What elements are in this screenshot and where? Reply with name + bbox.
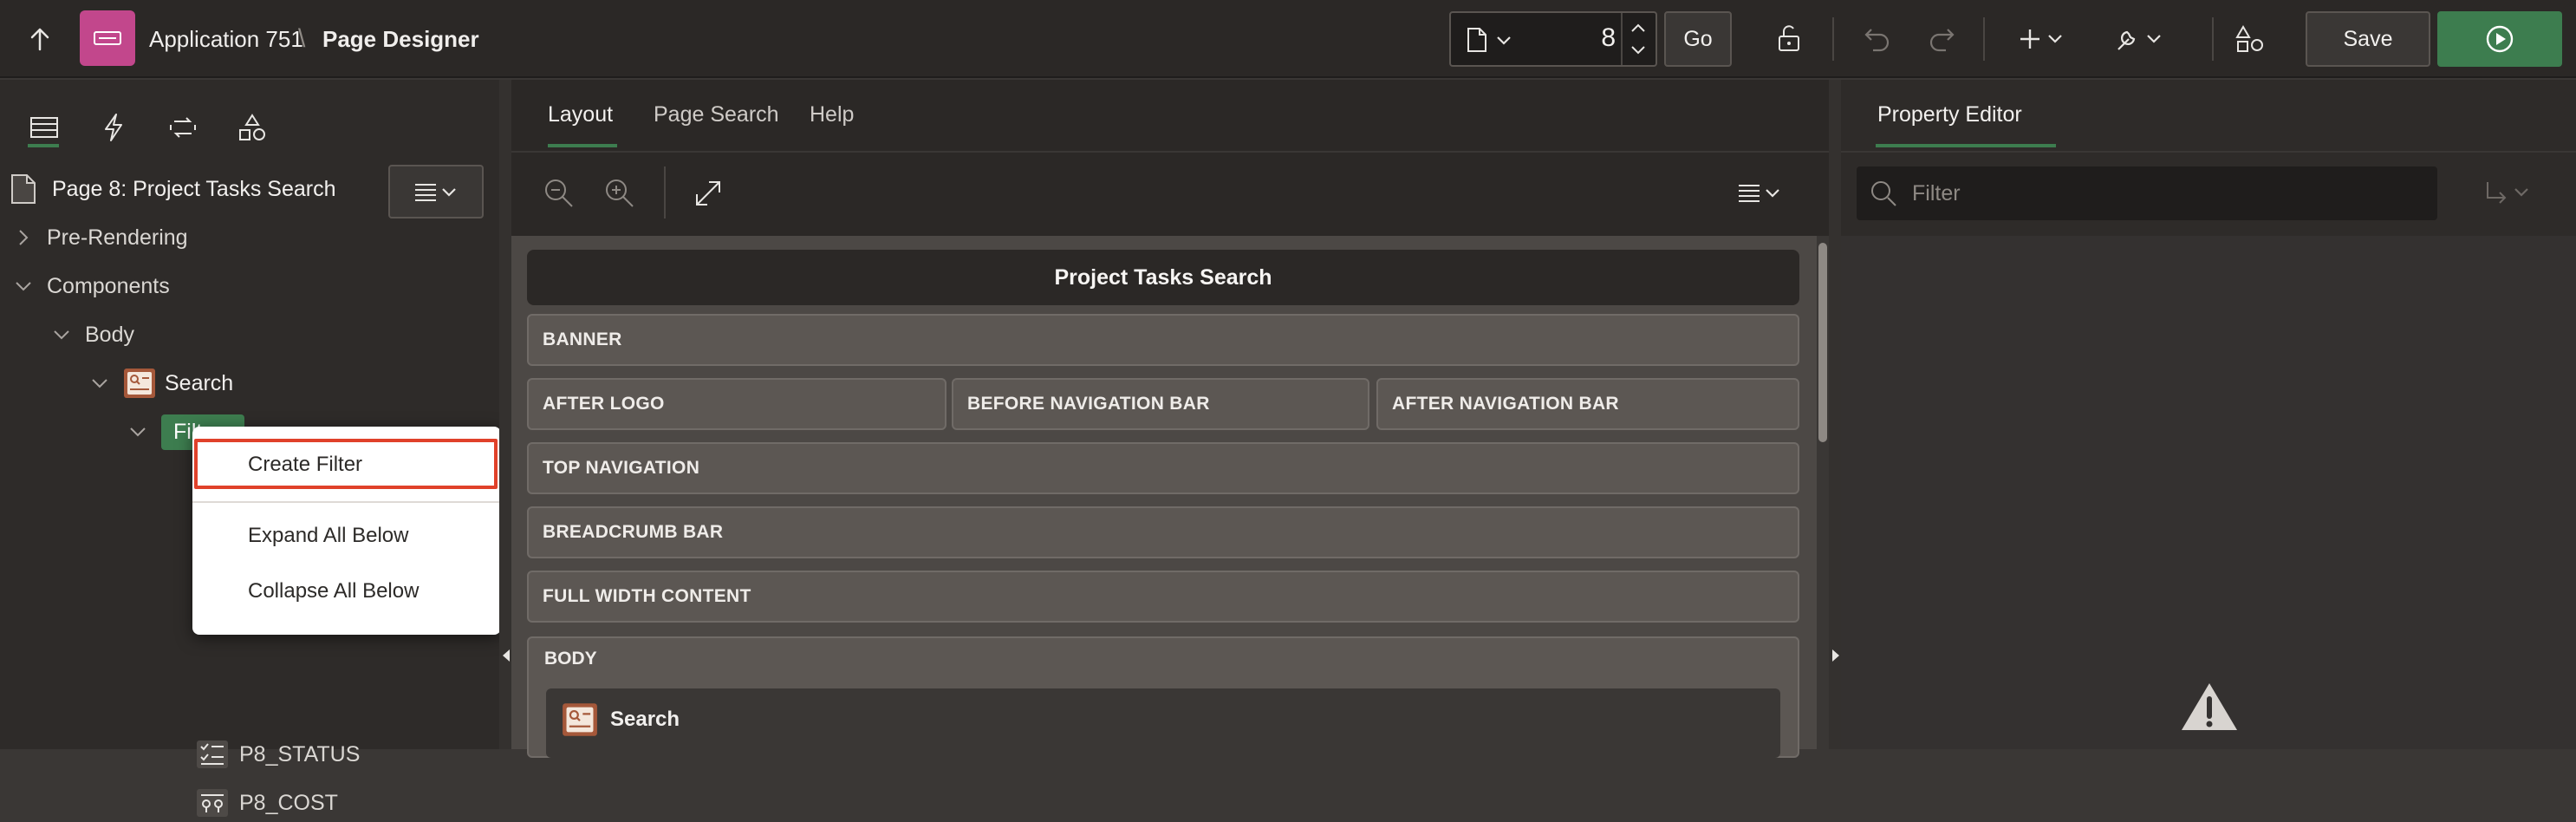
page-icon [1467, 27, 1487, 53]
run-page-button[interactable] [2437, 11, 2562, 67]
region-body[interactable]: BODY Search [527, 636, 1799, 758]
body-label: BODY [544, 649, 597, 669]
tree-label: P8_COST [239, 790, 338, 815]
filter-placeholder: Filter [1912, 181, 1961, 206]
left-splitter[interactable] [499, 80, 511, 749]
context-menu: Create Filter Expand All Below Collapse … [192, 427, 501, 635]
search-icon [1871, 181, 1896, 206]
undo-icon[interactable] [1860, 22, 1895, 56]
chevron-down-icon [54, 330, 69, 340]
menu-item-expand-all-below[interactable]: Expand All Below [248, 524, 408, 548]
app-icon[interactable] [80, 10, 135, 66]
active-tab-indicator [28, 144, 59, 147]
region-banner[interactable]: BANNER [527, 314, 1799, 366]
region-breadcrumb-bar[interactable]: BREADCRUMB BAR [527, 506, 1799, 558]
canvas-scrollbar[interactable] [1817, 236, 1829, 749]
right-splitter[interactable] [1829, 80, 1841, 749]
zoom-in-icon[interactable] [603, 177, 636, 210]
expand-icon[interactable] [693, 179, 723, 208]
shared-components-tab-icon[interactable] [222, 97, 283, 158]
rendering-tree-panel: Page 8: Project Tasks Search Pre-Renderi… [0, 80, 499, 817]
redo-icon[interactable] [1924, 22, 1959, 56]
checkbox-item-icon [197, 740, 228, 768]
spinner-up-icon[interactable] [1630, 22, 1647, 34]
tab-help[interactable]: Help [810, 102, 854, 127]
tree-label: Body [85, 322, 134, 347]
play-icon [2486, 25, 2514, 53]
tab-layout[interactable]: Layout [548, 102, 613, 127]
tree-label: P8_STATUS [239, 741, 361, 767]
active-tab-indicator [548, 144, 617, 147]
up-arrow-icon[interactable] [23, 22, 57, 56]
search-region-label: Search [610, 708, 680, 731]
processing-tab-icon[interactable] [153, 97, 213, 158]
chevron-down-icon [92, 379, 107, 388]
go-button[interactable]: Go [1664, 11, 1732, 67]
tree-label: Components [47, 273, 170, 298]
page-header-bar[interactable]: Project Tasks Search [527, 250, 1799, 305]
menu-item-collapse-all-below[interactable]: Collapse All Below [248, 579, 419, 603]
search-region[interactable]: Search [546, 688, 1780, 758]
layout-panel: Layout Page Search Help Project Tasks Se… [511, 80, 1829, 758]
go-to-group-icon[interactable] [2482, 179, 2534, 208]
tree-label: Pre-Rendering [47, 225, 188, 250]
chevron-right-icon [19, 230, 29, 245]
range-item-icon [197, 789, 228, 817]
region-after-navigation-bar[interactable]: AFTER NAVIGATION BAR [1376, 378, 1799, 430]
breadcrumb-separator: \ [298, 24, 306, 53]
tree-node-p8-cost[interactable]: P8_COST [196, 784, 338, 822]
region-full-width-content[interactable]: FULL WIDTH CONTENT [527, 571, 1799, 623]
tab-property-editor[interactable]: Property Editor [1877, 102, 2022, 127]
search-region-icon [563, 703, 597, 736]
region-before-navigation-bar[interactable]: BEFORE NAVIGATION BAR [952, 378, 1369, 430]
app-name[interactable]: Application 751 [149, 22, 303, 56]
page-designer-title: Page Designer [322, 25, 479, 52]
tree-node-body[interactable]: Body [52, 316, 134, 354]
tab-page-search[interactable]: Page Search [654, 102, 779, 127]
top-toolbar: Application 751 \ Page Designer 8 Go Sav… [0, 0, 2576, 78]
page-title[interactable]: Page 8: Project Tasks Search [52, 170, 336, 208]
zoom-out-icon[interactable] [543, 177, 576, 210]
spinner-down-icon[interactable] [1630, 44, 1647, 56]
layout-menu-icon[interactable] [1737, 182, 1789, 205]
collapse-right-icon [1832, 649, 1839, 662]
save-button[interactable]: Save [2306, 11, 2430, 67]
tree-node-components[interactable]: Components [14, 267, 170, 305]
menu-divider [192, 501, 501, 503]
region-top-navigation[interactable]: TOP NAVIGATION [527, 442, 1799, 494]
tree-node-search[interactable]: Search [90, 364, 233, 402]
region-after-logo[interactable]: AFTER LOGO [527, 378, 946, 430]
property-editor-panel: Property Editor Filter [1841, 80, 2576, 749]
warning-icon [2182, 683, 2237, 730]
property-editor-body [1841, 236, 2576, 749]
tree-label: Search [165, 370, 234, 395]
page-number-input[interactable]: 8 [1529, 23, 1616, 53]
page-icon [10, 173, 36, 205]
collapse-left-icon [503, 649, 510, 662]
unlock-icon[interactable] [1773, 22, 1808, 56]
tree-node-pre-rendering[interactable]: Pre-Rendering [14, 219, 188, 257]
create-menu-button[interactable] [2016, 22, 2068, 56]
menu-item-create-filter[interactable]: Create Filter [248, 453, 362, 477]
tree-menu-button[interactable] [388, 165, 484, 219]
page-selector[interactable]: 8 [1449, 11, 1657, 67]
dynamic-actions-tab-icon[interactable] [83, 97, 144, 158]
chevron-down-icon [16, 282, 31, 291]
tree-node-p8-status[interactable]: P8_STATUS [196, 735, 360, 773]
utilities-menu-button[interactable] [2111, 22, 2167, 56]
chevron-down-icon[interactable] [1496, 36, 1512, 46]
property-filter-field[interactable]: Filter [1857, 166, 2437, 220]
scrollbar-thumb[interactable] [1818, 243, 1827, 442]
chevron-down-icon [130, 427, 146, 437]
active-tab-indicator [1876, 144, 2056, 147]
shared-components-icon[interactable] [2233, 22, 2267, 56]
layout-canvas: Project Tasks Search BANNER AFTER LOGO B… [511, 236, 1829, 758]
rendering-tab-icon[interactable] [14, 97, 75, 158]
search-region-icon [124, 369, 155, 398]
